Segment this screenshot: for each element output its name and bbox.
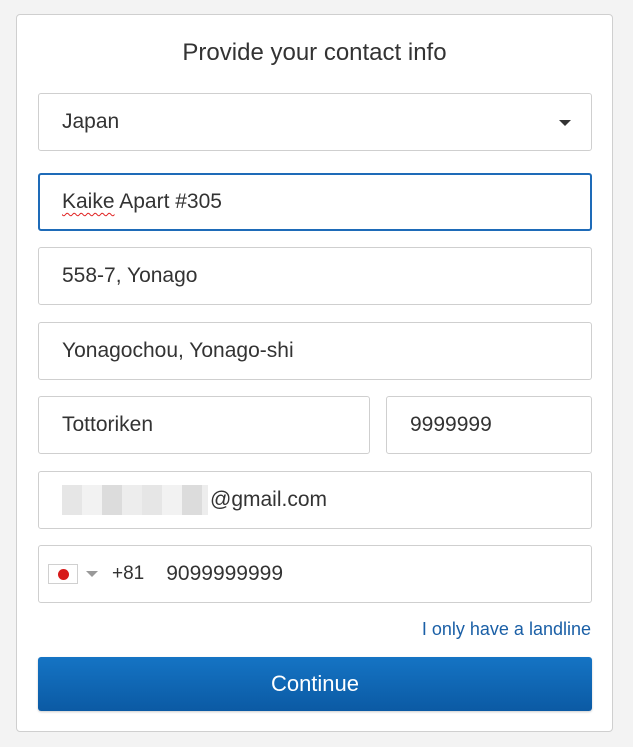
landline-link[interactable]: I only have a landline [422,619,591,640]
city-value: Yonagochou, Yonago-shi [62,339,294,362]
email-field[interactable]: @gmail.com [38,471,592,529]
contact-info-card: Provide your contact info Japan Kaike Ap… [16,14,613,732]
postal-code-input[interactable]: 9999999 [386,396,592,454]
country-value: Japan [62,110,120,133]
city-input[interactable]: Yonagochou, Yonago-shi [38,322,592,380]
address-line1-value: Kaike Apart #305 [62,190,222,213]
dial-code: +81 [112,563,145,584]
phone-field[interactable]: +81 9099999999 [38,545,592,603]
page-title: Provide your contact info [182,39,447,66]
country-select[interactable]: Japan [38,93,592,151]
address-line2-value: 558-7, Yonago [62,264,198,287]
postal-code-value: 9999999 [410,413,492,436]
email-domain: @gmail.com [210,488,328,511]
chevron-down-icon[interactable] [86,571,98,577]
spellcheck-word: Kaike [62,190,115,213]
prefecture-input[interactable]: Tottoriken [38,396,370,454]
flag-red-circle [57,568,69,580]
continue-button[interactable]: Continue [38,657,592,711]
address-line2-input[interactable]: 558-7, Yonago [38,247,592,305]
redacted-email-username [62,485,208,515]
address-line1-input[interactable]: Kaike Apart #305 [38,173,592,231]
chevron-down-icon [559,120,571,126]
phone-number-value: 9099999999 [166,562,284,585]
prefecture-value: Tottoriken [62,413,154,436]
japan-flag-icon[interactable] [48,564,78,584]
